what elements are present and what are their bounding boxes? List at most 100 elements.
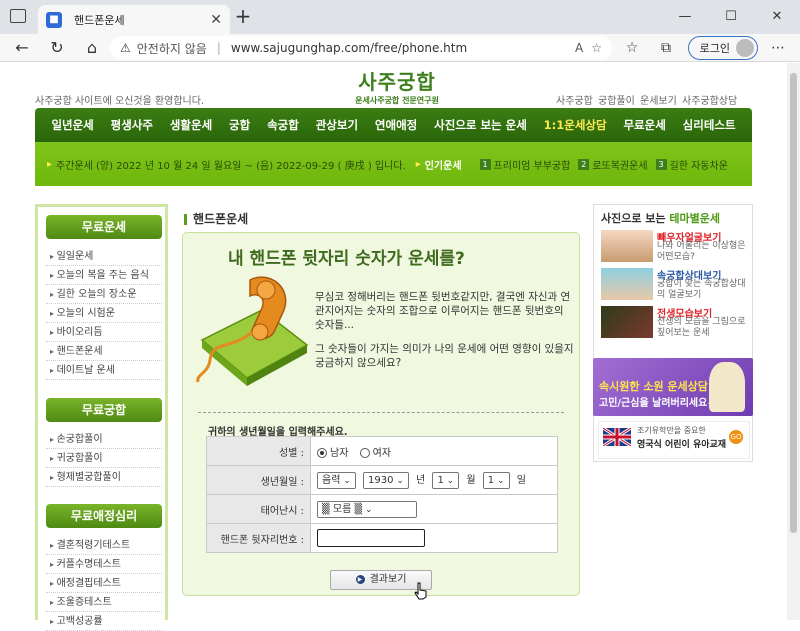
close-window-icon[interactable]: ✕ [754, 0, 800, 34]
theme-item[interactable]: 빼우자얼굴보기 나와 어울리는 이상형은 어떤모습? [601, 230, 749, 264]
sidebar-item[interactable]: 길한 오늘의 장소운 [46, 285, 162, 304]
logo-sub: 운세사주궁합 전문연구원 [355, 96, 439, 105]
address-bar[interactable]: ⚠ 안전하지 않음 | www.sajugunghap.com/free/pho… [110, 36, 612, 60]
day-select[interactable]: 1 [482, 472, 510, 489]
popular-label: 인기운세 [424, 160, 462, 172]
warning-icon[interactable]: ⚠ [120, 41, 131, 55]
counsel-banner[interactable]: 속시원한 소원 운세상담 고민/근심을 날려버리세요~ [593, 358, 753, 416]
url-text[interactable]: www.sajugunghap.com/free/phone.htm [231, 41, 567, 55]
sidebar-heading[interactable]: 무료궁합 [46, 398, 162, 422]
theme-item[interactable]: 전생모습보기 전생의 모습을 그림으로 짚어보는 운세 [601, 306, 749, 340]
theme-item-desc: 전생의 모습을 그림으로 짚어보는 운세 [657, 317, 746, 338]
birth-form: 성별 : 남자 여자 생년월일 : 음력 1930 년 1 월 1 일 태어난시… [206, 436, 558, 553]
male-label: 남자 [330, 447, 349, 459]
banner2-line2: 영국식 어린이 유아교재 [637, 440, 727, 450]
page-title: 핸드폰운세 [184, 210, 248, 227]
nav-item[interactable]: 궁합 [229, 117, 250, 133]
top-link[interactable]: 사주궁합상담 [682, 96, 737, 107]
divider [198, 412, 564, 413]
popular-link[interactable]: 길한 자동차운 [670, 157, 728, 172]
separator: | [216, 41, 221, 55]
sidebar-item[interactable]: 애정결핍테스트 [46, 574, 162, 593]
favicon-icon: ■ [46, 11, 62, 28]
nav-item[interactable]: 일년운세 [51, 117, 93, 133]
birthtime-select[interactable]: ▒ 모름 ▒ [317, 500, 417, 518]
tab-actions-icon[interactable] [10, 9, 26, 23]
sidebar-heading[interactable]: 무료운세 [46, 215, 162, 239]
banner-title: 속시원한 소원 운세상담 [599, 380, 708, 393]
male-radio[interactable] [317, 447, 327, 458]
browser-tab[interactable]: ■ 핸드폰운세 ✕ [38, 5, 230, 34]
nav-item[interactable]: 사진으로 보는 운세 [434, 117, 527, 133]
nav-item[interactable]: 무료운세 [623, 117, 665, 133]
female-radio[interactable] [359, 447, 370, 458]
nav-item[interactable]: 심리테스트 [683, 117, 736, 133]
scrollbar[interactable] [787, 63, 800, 620]
education-banner[interactable]: 조기유학만을 중요한 영국식 어린이 유아교재 GO [598, 421, 750, 459]
insecure-label: 안전하지 않음 [136, 41, 207, 56]
site-logo[interactable]: 사주궁합 운세사주궁합 전문연구원 [352, 66, 442, 106]
login-button[interactable]: 로그인 [688, 36, 758, 60]
birth-label: 생년월일 : [206, 465, 311, 495]
sidebar-item[interactable]: 귀궁합풀이 [46, 449, 162, 468]
more-icon[interactable]: ⋯ [768, 38, 788, 58]
month-select[interactable]: 1 [432, 472, 460, 489]
scrollbar-thumb[interactable] [790, 73, 797, 533]
welcome-text: 사주궁합 사이트에 오신것을 환영합니다. [35, 96, 205, 107]
banner2-line1: 조기유학만을 중요한 [637, 426, 706, 435]
tab-title: 핸드폰운세 [74, 13, 125, 27]
sidebar-item[interactable]: 손궁합풀이 [46, 430, 162, 449]
nav-item[interactable]: 연애애정 [375, 117, 417, 133]
read-aloud-icon[interactable]: A [575, 41, 583, 55]
top-link[interactable]: 궁합풀이 [598, 96, 635, 107]
birthtime-field: ▒ 모름 ▒ [310, 494, 558, 524]
date-line: 주간운세 (양) 2022 년 10 월 24 일 월요일 ~ (음) 2022… [56, 160, 406, 172]
top-link[interactable]: 운세보기 [640, 96, 677, 107]
sidebar-list: 일일운세 오늘의 복을 주는 음식 길한 오늘의 장소운 오늘의 시험운 바이오… [46, 247, 162, 380]
calendar-select[interactable]: 음력 [317, 472, 356, 489]
minimize-icon[interactable]: — [662, 0, 708, 34]
sidebar-item[interactable]: 결혼적령기테스트 [46, 536, 162, 555]
go-icon[interactable]: GO [729, 430, 743, 444]
gender-label: 성별 : [206, 436, 311, 466]
sidebar-item[interactable]: 고백성공률 [46, 612, 162, 631]
maximize-icon[interactable]: ☐ [708, 0, 754, 34]
sidebar-item[interactable]: 오늘의 시험운 [46, 304, 162, 323]
theme-item[interactable]: 속궁합상대보기 궁합이 맞는 속궁합상대의 얼굴보기 [601, 268, 749, 302]
sidebar-item[interactable]: 오늘의 복을 주는 음식 [46, 266, 162, 285]
nav-item[interactable]: 평생사주 [111, 117, 153, 133]
sidebar-item[interactable]: 커플수명테스트 [46, 555, 162, 574]
banner-subtitle: 고민/근심을 날려버리세요~ [599, 398, 716, 409]
sub-nav: ▸ 주간운세 (양) 2022 년 10 월 24 일 월요일 ~ (음) 20… [35, 142, 752, 186]
sidebar-item[interactable]: 일일운세 [46, 247, 162, 266]
back-icon[interactable]: ← [12, 38, 32, 58]
phone-input[interactable] [317, 529, 425, 547]
add-favorite-icon[interactable]: ☆ [591, 41, 602, 55]
popular-link[interactable]: 로또복권운세 [592, 157, 647, 172]
favorites-icon[interactable]: ☆ [622, 38, 642, 58]
phone-illustration-icon [196, 276, 309, 386]
window-controls: — ☐ ✕ [662, 0, 800, 34]
headline: 내 핸드폰 뒷자리 숫자가 운세를? [228, 249, 465, 269]
close-tab-icon[interactable]: ✕ [210, 12, 222, 28]
nav-item[interactable]: 관상보기 [316, 117, 358, 133]
popular-link[interactable]: 프리미엄 부부궁합 [494, 157, 571, 172]
new-tab-button[interactable]: + [232, 6, 254, 28]
bullet-icon: ▸ [415, 158, 421, 170]
top-link[interactable]: 사주궁합 [556, 96, 593, 107]
collections-icon[interactable]: ⧉ [656, 38, 676, 58]
nav-item[interactable]: 속궁합 [267, 117, 299, 133]
female-label: 여자 [372, 447, 391, 459]
sidebar-item[interactable]: 조울증테스트 [46, 593, 162, 612]
sidebar-item[interactable]: 데이트날 운세 [46, 361, 162, 380]
sidebar-item[interactable]: 바이오리듬 [46, 323, 162, 342]
number-badge: 1 [479, 158, 491, 170]
nav-item-counsel[interactable]: 1:1운세상담 [544, 117, 607, 133]
year-select[interactable]: 1930 [363, 472, 409, 489]
refresh-icon[interactable]: ↻ [47, 38, 67, 58]
sidebar-item[interactable]: 형제별궁합풀이 [46, 468, 162, 487]
home-icon[interactable]: ⌂ [82, 38, 102, 58]
nav-item[interactable]: 생활운세 [170, 117, 212, 133]
sidebar-heading[interactable]: 무료애정심리 [46, 504, 162, 528]
sidebar-item[interactable]: 핸드폰운세 [46, 342, 162, 361]
